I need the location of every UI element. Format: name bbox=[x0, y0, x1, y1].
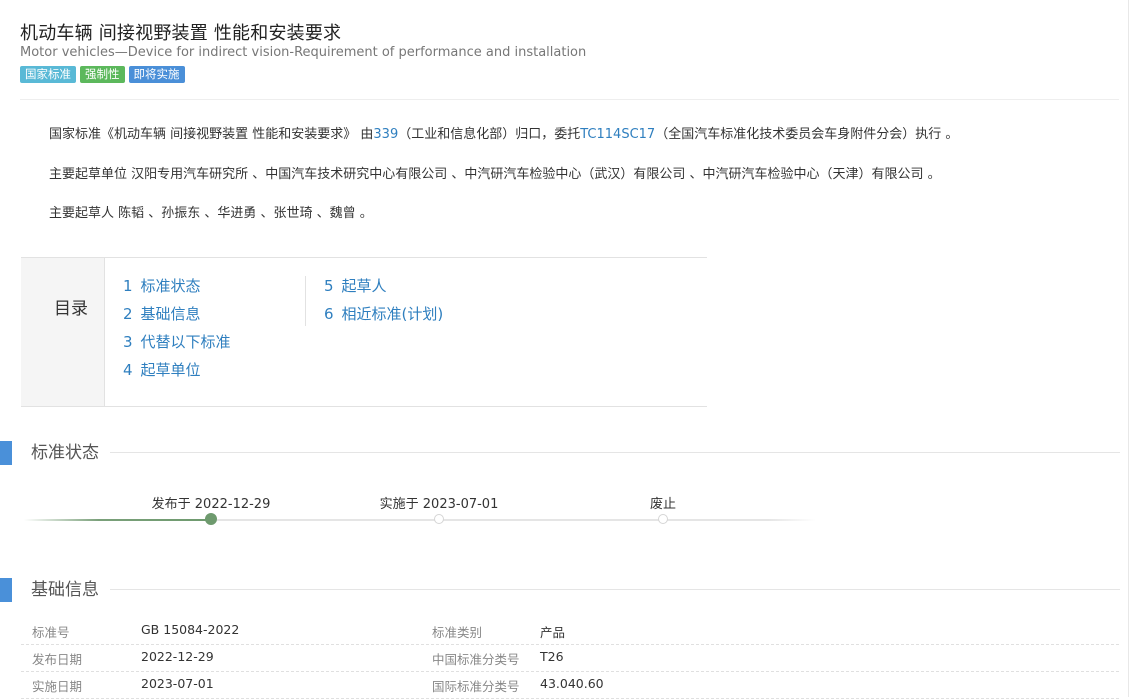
section-header-status: 标准状态 bbox=[0, 441, 1120, 465]
toc-item-number: 5 bbox=[324, 277, 334, 295]
toc-item-replaced-standards[interactable]: 3 代替以下标准 bbox=[123, 332, 231, 360]
toc-item-number: 1 bbox=[123, 277, 133, 295]
status-timeline: 发布于 2022-12-29 实施于 2023-07-01 废止 bbox=[24, 490, 816, 530]
table-row: 标准号 GB 15084-2022 标准类别 产品 bbox=[21, 618, 1119, 645]
table-row: 发布日期 2022-12-29 中国标准分类号 T26 bbox=[21, 645, 1119, 672]
divider bbox=[20, 99, 1119, 100]
tag-upcoming: 即将实施 bbox=[128, 66, 185, 83]
toc-item-number: 2 bbox=[123, 305, 133, 323]
toc-item-number: 4 bbox=[123, 361, 133, 379]
section-accent-bar bbox=[0, 578, 12, 602]
summary-paragraph-drafting-units: 主要起草单位 汉阳专用汽车研究所 、中国汽车技术研究中心有限公司 、中汽研汽车检… bbox=[49, 167, 941, 182]
tag-group: 国家标准 强制性 即将实施 bbox=[20, 66, 185, 83]
summary-text: （工业和信息化部）归口，委托 bbox=[398, 127, 581, 142]
toc-item-label: 代替以下标准 bbox=[140, 333, 231, 351]
toc-item-label: 起草单位 bbox=[140, 361, 201, 379]
toc-item-related-standards[interactable]: 6 相近标准(计划) bbox=[324, 304, 443, 332]
toc-item-label: 标准状态 bbox=[140, 277, 201, 295]
toc-item-drafting-units[interactable]: 4 起草单位 bbox=[123, 360, 231, 388]
timeline-node-effective bbox=[434, 514, 444, 524]
toc-column: 1 标准状态 2 基础信息 3 代替以下标准 4 起草单位 bbox=[123, 276, 231, 388]
toc-item-status[interactable]: 1 标准状态 bbox=[123, 276, 231, 304]
section-accent-bar bbox=[0, 441, 12, 465]
field-label: 标准号 bbox=[32, 625, 70, 640]
section-divider bbox=[110, 452, 1120, 453]
table-of-contents: 目录 1 标准状态 2 基础信息 3 代替以下标准 4 起草单位 5 起草人 6 相近标准(… bbox=[21, 257, 707, 407]
toc-item-number: 6 bbox=[324, 305, 334, 323]
field-value: 产品 bbox=[540, 625, 566, 640]
summary-paragraph-drafters: 主要起草人 陈韬 、孙振东 、华进勇 、张世琦 、魏曾 。 bbox=[49, 206, 373, 221]
page-title: 机动车辆 间接视野装置 性能和安装要求 bbox=[20, 23, 342, 44]
tag-mandatory: 强制性 bbox=[80, 66, 125, 83]
subcommittee-code-link[interactable]: TC114SC17 bbox=[580, 127, 655, 142]
timeline-label-abolished: 废止 bbox=[649, 497, 677, 512]
summary-text: （全国汽车标准化技术委员会车身附件分会）执行 。 bbox=[655, 127, 959, 142]
tag-national-standard: 国家标准 bbox=[20, 66, 76, 83]
field-label: 实施日期 bbox=[32, 679, 83, 694]
toc-label: 目录 bbox=[54, 299, 88, 319]
summary-text: 国家标准《机动车辆 间接视野装置 性能和安装要求》 由 bbox=[49, 127, 374, 142]
field-label: 国际标准分类号 bbox=[432, 679, 520, 694]
section-header-basic-info: 基础信息 bbox=[0, 578, 1120, 602]
timeline-node-published bbox=[205, 513, 217, 525]
basic-info-table: 标准号 GB 15084-2022 标准类别 产品 发布日期 2022-12-2… bbox=[21, 618, 1119, 699]
toc-item-number: 3 bbox=[123, 333, 133, 351]
field-value: 2023-07-01 bbox=[141, 676, 214, 691]
field-label: 中国标准分类号 bbox=[432, 652, 520, 667]
page-subtitle-en: Motor vehicles—Device for indirect visio… bbox=[20, 45, 587, 60]
section-title: 基础信息 bbox=[31, 578, 109, 602]
timeline-node-abolished bbox=[658, 514, 668, 524]
field-value: T26 bbox=[540, 649, 564, 664]
summary-paragraph-committee: 国家标准《机动车辆 间接视野装置 性能和安装要求》 由339（工业和信息化部）归… bbox=[49, 123, 958, 142]
toc-item-basic-info[interactable]: 2 基础信息 bbox=[123, 304, 231, 332]
field-label: 标准类别 bbox=[432, 625, 483, 640]
table-row: 实施日期 2023-07-01 国际标准分类号 43.040.60 bbox=[21, 672, 1119, 699]
toc-sidebar: 目录 bbox=[21, 258, 105, 406]
timeline-label-published: 发布于 2022-12-29 bbox=[151, 497, 271, 512]
section-title: 标准状态 bbox=[31, 441, 109, 465]
toc-column: 5 起草人 6 相近标准(计划) bbox=[305, 276, 443, 326]
toc-item-label: 相近标准(计划) bbox=[341, 305, 444, 323]
timeline-label-effective: 实施于 2023-07-01 bbox=[379, 497, 499, 512]
toc-item-label: 基础信息 bbox=[140, 305, 201, 323]
field-value: 2022-12-29 bbox=[141, 649, 214, 664]
field-value: GB 15084-2022 bbox=[141, 622, 240, 637]
toc-item-drafters[interactable]: 5 起草人 bbox=[324, 276, 443, 304]
field-label: 发布日期 bbox=[32, 652, 83, 667]
field-value: 43.040.60 bbox=[540, 676, 604, 691]
toc-item-label: 起草人 bbox=[341, 277, 387, 295]
section-divider bbox=[110, 589, 1120, 590]
committee-code-link[interactable]: 339 bbox=[373, 127, 398, 142]
timeline-progress bbox=[24, 519, 211, 521]
